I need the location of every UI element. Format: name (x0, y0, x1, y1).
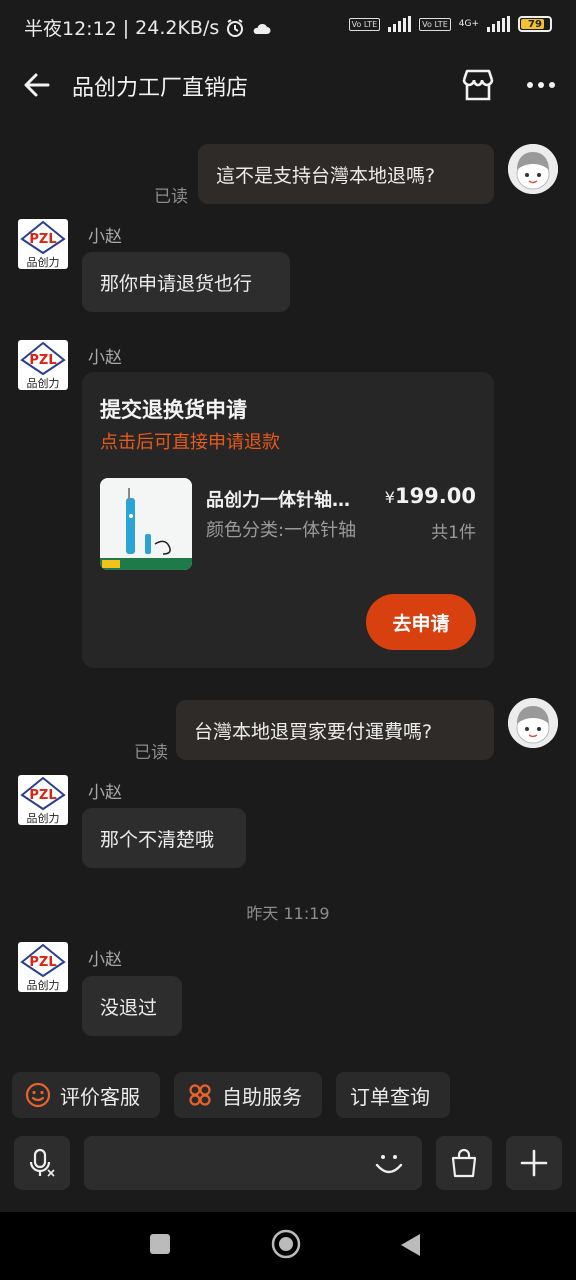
status-right: Vo LTE Vo LTE 4G+ 79 (348, 16, 552, 32)
user-avatar[interactable] (508, 144, 558, 194)
cloud-icon (253, 23, 271, 34)
shop-avatar[interactable]: PZL 品创力 (18, 942, 68, 992)
voice-button[interactable] (14, 1136, 70, 1190)
order-query-button[interactable]: 订单查询 (336, 1072, 450, 1118)
sender-name: 小赵 (88, 227, 122, 247)
message-text: 這不是支持台灣本地退嗎? (216, 164, 436, 187)
quick-action-label: 自助服务 (222, 1084, 302, 1109)
product-name: 品创力一体针轴气动气囊 (206, 490, 366, 511)
outgoing-message-bubble[interactable]: 台灣本地退買家要付運費嗎? (176, 700, 494, 760)
svg-text:PZL: PZL (29, 353, 56, 368)
volte-badge-2: Vo LTE (419, 17, 451, 31)
signal-icon-1 (388, 16, 412, 32)
incoming-message-bubble[interactable]: 没退过 (82, 976, 182, 1036)
incoming-message-bubble[interactable]: 那个不清楚哦 (82, 808, 246, 868)
message-text: 那个不清楚哦 (100, 828, 215, 851)
battery-icon: 79 (518, 16, 552, 32)
card-title: 提交退换货申请 (100, 398, 247, 422)
store-icon[interactable] (460, 68, 496, 102)
return-request-card[interactable]: 提交退换货申请 点击后可直接申请退款 品创力一体针轴气动气囊 颜色分类:一体针轴… (82, 372, 494, 668)
card-subtitle: 点击后可直接申请退款 (100, 432, 280, 453)
product-price: ¥199.00 (384, 484, 476, 508)
message-text: 那你申请退货也行 (100, 272, 253, 295)
outgoing-message-bubble[interactable]: 這不是支持台灣本地退嗎? (198, 144, 494, 204)
arrow-left-icon[interactable] (20, 68, 54, 102)
home-icon[interactable] (270, 1228, 302, 1260)
shop-logo-icon: PZL 品创力 (20, 341, 66, 390)
shop-bag-button[interactable] (436, 1136, 492, 1190)
user-avatar-icon (508, 144, 558, 194)
svg-text:品创力: 品创力 (27, 377, 60, 390)
flower-grid-icon (189, 1084, 211, 1106)
product-quantity: 共1件 (431, 523, 476, 543)
incoming-message-bubble[interactable]: 那你申请退货也行 (82, 252, 290, 312)
shop-logo-icon: PZL 品创力 (20, 220, 66, 269)
product-thumbnail-icon (100, 478, 192, 570)
time-separator: 昨天 11:19 (246, 904, 330, 923)
status-time: 半夜12:12 (24, 18, 117, 40)
sender-name: 小赵 (88, 783, 122, 803)
recents-icon[interactable] (150, 1234, 170, 1254)
battery-level: 79 (528, 18, 542, 30)
read-status: 已读 (134, 743, 168, 763)
svg-text:品创力: 品创力 (27, 979, 60, 992)
shop-avatar[interactable]: PZL 品创力 (18, 775, 68, 825)
status-speed: 24.2KB/s (135, 16, 220, 39)
more-dots-icon[interactable] (522, 68, 560, 102)
volte-badge-1: Vo LTE (348, 17, 381, 31)
shop-avatar[interactable]: PZL 品创力 (18, 340, 68, 390)
rate-service-button[interactable]: 评价客服 (12, 1072, 160, 1118)
input-bar (0, 1130, 576, 1202)
alarm-icon (227, 18, 244, 37)
status-left: 半夜12:12 | 24.2KB/s (24, 14, 271, 41)
message-text: 台灣本地退買家要付運費嗎? (194, 720, 433, 743)
apply-button[interactable]: 去申请 (366, 594, 476, 650)
svg-text:PZL: PZL (29, 788, 56, 803)
self-service-button[interactable]: 自助服务 (174, 1072, 322, 1118)
svg-text:PZL: PZL (29, 955, 56, 970)
net-gen: 4G+ (458, 19, 479, 29)
chat-header: 品创力工厂直销店 (0, 56, 576, 116)
quick-action-label: 评价客服 (60, 1084, 140, 1109)
plus-button[interactable] (506, 1136, 562, 1190)
product-image[interactable] (100, 478, 192, 570)
shop-logo-icon: PZL 品创力 (20, 943, 66, 992)
svg-text:PZL: PZL (29, 232, 56, 247)
user-avatar-icon (508, 698, 558, 748)
sender-name: 小赵 (88, 348, 122, 368)
read-status: 已读 (154, 187, 188, 207)
emoji-icon[interactable] (372, 1148, 406, 1180)
page-title[interactable]: 品创力工厂直销店 (72, 70, 248, 102)
sender-name: 小赵 (88, 950, 122, 970)
svg-text:品创力: 品创力 (27, 256, 60, 269)
shop-logo-icon: PZL 品创力 (20, 776, 66, 825)
shopping-bag-icon (451, 1148, 477, 1178)
system-nav-bar (0, 1212, 576, 1280)
shop-avatar[interactable]: PZL 品创力 (18, 219, 68, 269)
back-nav-icon[interactable] (398, 1232, 422, 1258)
product-spec: 颜色分类:一体针轴 (206, 520, 357, 541)
user-avatar[interactable] (508, 698, 558, 748)
plus-icon (520, 1149, 548, 1177)
quick-action-label: 订单查询 (350, 1084, 430, 1109)
signal-icon-2 (487, 16, 510, 32)
smile-icon (25, 1082, 51, 1108)
svg-text:品创力: 品创力 (27, 812, 60, 825)
status-bar: 半夜12:12 | 24.2KB/s Vo LTE Vo LTE 4G+ 79 (0, 0, 576, 56)
message-text: 没退过 (100, 996, 158, 1019)
mic-icon (29, 1148, 55, 1177)
